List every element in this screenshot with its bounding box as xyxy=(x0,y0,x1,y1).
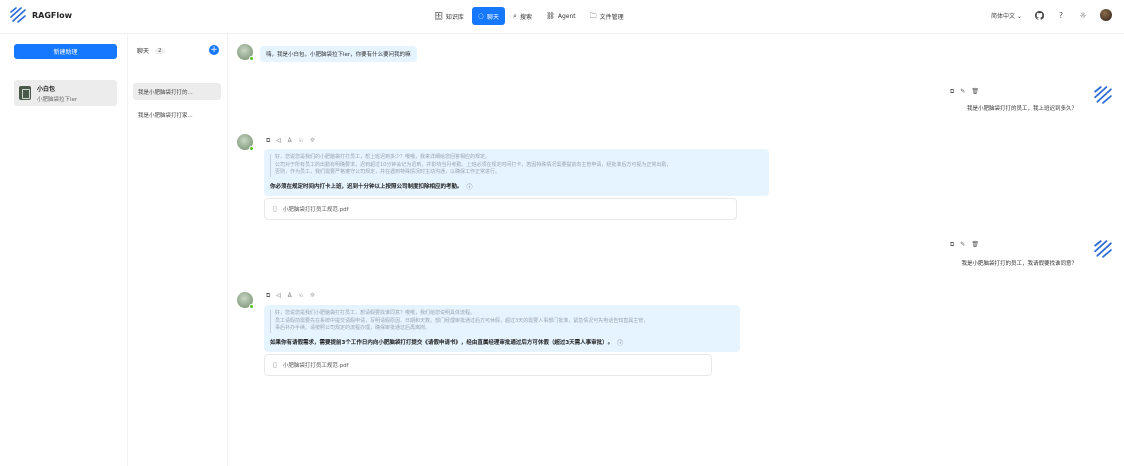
user-message-actions: ⧉ ✎ 🗑 xyxy=(950,241,979,249)
reasoning-line: 公司对于所有员工的出勤有明确要求，迟到超过10分钟会记为迟到，并影响当月考勤。上… xyxy=(275,161,672,168)
reference-file-name: 小肥脑袋打打员工规范.pdf xyxy=(282,363,349,369)
bot-avatar xyxy=(237,292,254,309)
nav-agent[interactable]: ⛓ Agent xyxy=(540,7,582,25)
answer-actions: ⧉ ◁ ♙ ♘ ☼ xyxy=(266,137,315,145)
nav-label: 文件管理 xyxy=(599,13,624,21)
chat-area: 嗨，我是小白包，小肥脑袋拉下ler，你要有什么要问我的嘛 ⧉ ✎ 🗑 我是小肥脑… xyxy=(228,34,1124,466)
ragflow-logo-icon xyxy=(10,7,26,23)
online-dot xyxy=(249,146,254,151)
user-message-text: 我是小肥脑袋打打的员工，我上班迟到多久？ xyxy=(966,106,1077,112)
conversation-item[interactable]: 我是小肥脑袋打打家... xyxy=(133,106,221,123)
app-logo[interactable]: RAGFlow xyxy=(10,7,72,23)
new-assistant-button[interactable]: 新建助理 xyxy=(14,44,117,59)
answer-reasoning: 好，您说您是我们的小肥脑袋打打员工，想上班迟到多少？哦哦，我来详细给您回答相应的… xyxy=(270,154,763,177)
play-audio-icon[interactable]: ◁ xyxy=(276,137,281,145)
answer-reasoning: 好，您说您是我们小肥脑袋打打员工，想请假要找谁同意？哦哦，我们给您说明具体流程。… xyxy=(270,310,734,333)
nav-search[interactable]: ⌕ 搜索 xyxy=(507,7,538,25)
answer-bubble: 好，您说您是我们的小肥脑袋打打员工，想上班迟到多少？哦哦，我来详细给您回答相应的… xyxy=(264,149,769,196)
user-message-text: 我是小肥脑袋打打的员工，我请假要找谁同意？ xyxy=(961,261,1077,267)
conversation-panel: 聊天 2 + 我是小肥脑袋打打的... 我是小肥脑袋打打家... xyxy=(128,34,228,466)
reference-file-card[interactable]: ▯ 小肥脑袋打打员工规范.pdf xyxy=(264,198,737,220)
nav-knowledge-base[interactable]: 🗄 知识库 xyxy=(428,7,470,25)
nav-chat[interactable]: ◌ 聊天 xyxy=(471,7,506,25)
bulb-icon[interactable]: ☼ xyxy=(310,292,315,300)
folder-icon: 🗀 xyxy=(589,11,597,20)
github-glyph xyxy=(1034,10,1044,20)
bulb-icon[interactable]: ☼ xyxy=(310,137,315,145)
reference-file-name: 小肥脑袋打打员工规范.pdf xyxy=(282,207,349,213)
copy-icon[interactable]: ⧉ xyxy=(950,241,954,249)
chevron-down-icon: ⌄ xyxy=(1016,12,1022,20)
user-message-actions: ⧉ ✎ 🗑 xyxy=(950,88,979,96)
copy-icon[interactable]: ⧉ xyxy=(950,88,954,96)
nav-file-management[interactable]: 🗀 文件管理 xyxy=(584,7,630,25)
assistant-description: 小肥脑袋拉下ler xyxy=(37,96,78,103)
user-message-avatar-icon xyxy=(1094,240,1112,258)
nav-label: Agent xyxy=(557,12,576,20)
file-icon: ▯ xyxy=(273,205,277,213)
edit-icon[interactable]: ✎ xyxy=(960,88,965,96)
reasoning-line: 好，您说您是我们的小肥脑袋打打员工，想上班迟到多少？哦哦，我来详细给您回答相应的… xyxy=(275,154,491,160)
thumbs-down-icon[interactable]: ♘ xyxy=(298,292,303,300)
assistant-avatar xyxy=(19,86,31,100)
bot-avatar xyxy=(237,134,254,151)
top-bar: RAGFlow 🗄 知识库 ◌ 聊天 ⌕ 搜索 ⛓ Agent 🗀 文件管理 简… xyxy=(0,0,1124,34)
reasoning-line: 员工请假前需要先在系统中提交请假申请，写明请假原因、日期和天数。部门经理审批通过… xyxy=(275,317,649,324)
delete-icon[interactable]: 🗑 xyxy=(971,241,979,249)
bot-avatar xyxy=(237,44,254,61)
answer-main-text: 你必须在规定时间内打卡上班，迟到十分钟以上按照公司制度扣除相应的考勤。 ⓘ xyxy=(270,182,763,191)
online-dot xyxy=(249,304,254,309)
github-icon[interactable] xyxy=(1034,10,1044,20)
language-select[interactable]: 简体中文 ⌄ xyxy=(991,11,1022,20)
reasoning-line: 否则，作为员工，我们需要严格遵守公司规定，并在遇到特殊情况时主动沟通，以确保工作… xyxy=(275,169,501,175)
edit-icon[interactable]: ✎ xyxy=(960,241,965,249)
file-icon: ▯ xyxy=(273,361,277,369)
greeting-message: 嗨，我是小白包，小肥脑袋拉下ler，你要有什么要问我的嘛 xyxy=(260,46,417,62)
assistant-card[interactable]: 小白包 小肥脑袋拉下ler xyxy=(14,80,117,106)
reasoning-line: 好，您说您是我们小肥脑袋打打员工，想请假要找谁同意？哦哦，我们给您说明具体流程。 xyxy=(275,310,476,316)
conversation-count-badge: 2 xyxy=(155,47,165,54)
reasoning-line: 事后补办手续。请按照公司规定的流程办理，确保审批通过后再离岗。 xyxy=(275,325,431,331)
answer-text: 如果你有请假需求，需要提前3个工作日内向小肥脑袋打打提交《请假申请书》，经由直属… xyxy=(270,340,614,346)
reference-file-card[interactable]: ▯ 小肥脑袋打打员工规范.pdf xyxy=(264,354,712,376)
copy-icon[interactable]: ⧉ xyxy=(266,292,270,300)
play-audio-icon[interactable]: ◁ xyxy=(276,292,281,300)
search-icon: ⌕ xyxy=(513,11,517,20)
answer-bubble: 好，您说您是我们小肥脑袋打打员工，想请假要找谁同意？哦哦，我们给您说明具体流程。… xyxy=(264,305,740,352)
nav-label: 知识库 xyxy=(445,13,464,21)
agent-icon: ⛓ xyxy=(545,11,555,20)
database-icon: 🗄 xyxy=(434,11,443,20)
thumbs-up-icon[interactable]: ♙ xyxy=(287,292,292,300)
nav-label: 聊天 xyxy=(487,13,500,21)
add-conversation-button[interactable]: + xyxy=(209,45,219,55)
top-right-controls: 简体中文 ⌄ ? ☼ xyxy=(991,9,1112,21)
answer-text: 你必须在规定时间内打卡上班，迟到十分钟以上按照公司制度扣除相应的考勤。 xyxy=(270,184,463,190)
online-dot xyxy=(249,56,254,61)
user-message-avatar-icon xyxy=(1094,86,1112,104)
main-nav: 🗄 知识库 ◌ 聊天 ⌕ 搜索 ⛓ Agent 🗀 文件管理 xyxy=(428,7,630,25)
conversation-item[interactable]: 我是小肥脑袋打打的... xyxy=(133,83,221,100)
info-icon[interactable]: ⓘ xyxy=(467,182,473,191)
answer-main-text: 如果你有请假需求，需要提前3个工作日内向小肥脑袋打打提交《请假申请书》，经由直属… xyxy=(270,338,734,347)
conversation-header: 聊天 2 xyxy=(137,46,165,55)
copy-icon[interactable]: ⧉ xyxy=(266,137,270,145)
assistant-name: 小白包 xyxy=(37,85,56,93)
assistant-panel: 新建助理 小白包 小肥脑袋拉下ler xyxy=(0,34,128,466)
language-label: 简体中文 xyxy=(991,12,1016,20)
info-icon[interactable]: ⓘ xyxy=(617,338,623,347)
delete-icon[interactable]: 🗑 xyxy=(971,88,979,96)
thumbs-up-icon[interactable]: ♙ xyxy=(287,137,292,145)
theme-sun-icon[interactable]: ☼ xyxy=(1078,10,1088,20)
help-icon[interactable]: ? xyxy=(1056,10,1066,20)
answer-actions: ⧉ ◁ ♙ ♘ ☼ xyxy=(266,292,315,300)
conversation-header-label: 聊天 xyxy=(137,48,150,55)
app-name: RAGFlow xyxy=(32,10,73,20)
chat-icon: ◌ xyxy=(477,11,485,20)
thumbs-down-icon[interactable]: ♘ xyxy=(298,137,303,145)
nav-label: 搜索 xyxy=(519,13,532,21)
user-avatar[interactable] xyxy=(1100,9,1112,21)
